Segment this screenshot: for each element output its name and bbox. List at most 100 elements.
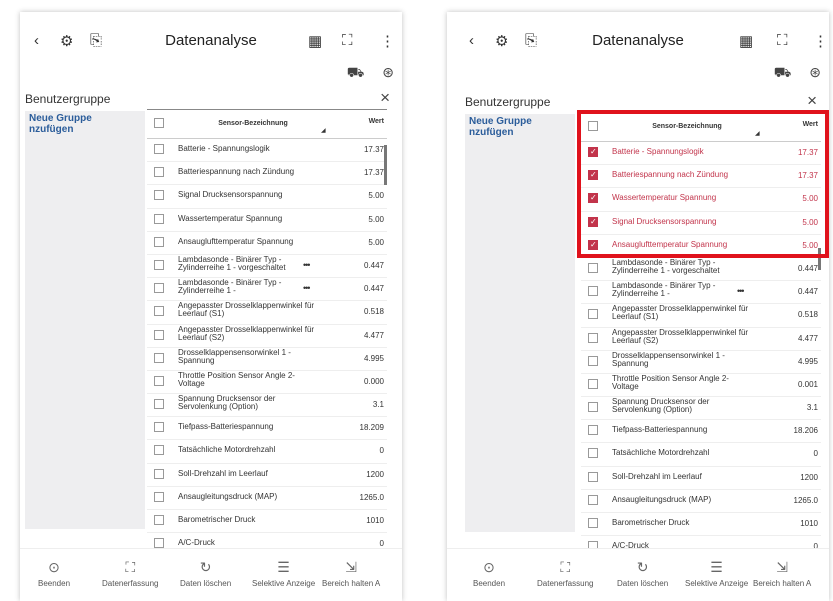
table-row[interactable]: Angepasster Drosselklappenwinkel für Lee… [581,304,821,328]
row-checkbox[interactable] [154,538,164,549]
row-checkbox[interactable] [154,167,164,178]
select-all-checkbox[interactable] [154,118,164,128]
hold-range-icon: ⇲ [776,559,788,575]
table-row[interactable]: Barometrischer Druck 1010 [581,513,821,537]
more-icon[interactable]: ••• [303,283,311,293]
row-checkbox[interactable] [154,283,164,294]
table-row[interactable]: Soll-Drehzahl im Leerlauf 1200 [147,464,387,487]
row-checkbox[interactable] [588,355,598,366]
row-checkbox[interactable] [154,422,164,433]
close-icon[interactable]: × [380,88,390,108]
clear-data-button[interactable]: ↻ Daten löschen [180,559,231,588]
expand-icon[interactable]: ⛶ [777,32,788,49]
row-checkbox[interactable] [154,213,164,224]
sort-icon[interactable]: ◢ [321,127,326,134]
table-row[interactable]: Tiefpass-Batteriespannung 18.206 [581,420,821,444]
row-checkbox[interactable] [154,352,164,363]
row-checkbox[interactable] [588,378,598,389]
sensor-value: 1200 [800,472,818,482]
new-group-button[interactable]: Neue Gruppe nzufügen [25,111,145,137]
toolbar-label: Datenerfassung [102,579,159,588]
table-row[interactable]: Lambdasonde - Binärer Typ - Zylinderreih… [147,255,387,279]
exit-button[interactable]: ⊙ Beenden [473,559,505,588]
row-checkbox[interactable] [154,375,164,386]
hold-range-button[interactable]: ⇲ Bereich halten A [753,559,811,588]
expand-icon[interactable]: ⛶ [342,32,353,49]
row-checkbox[interactable] [154,190,164,201]
row-checkbox[interactable] [154,236,164,247]
table-row[interactable]: Lambdasonde - Binärer Typ - Zylinderreih… [581,281,821,305]
phone-screen-left: ‹ ⚙ ⎘ Datenanalyse ▦ ⛶ ⋮ ⛟ ⊛ Benutzergru… [20,12,402,601]
table-row[interactable]: Angepasster Drosselklappenwinkel für Lee… [147,325,387,348]
table-row[interactable]: Angepasster Drosselklappenwinkel für Lee… [581,328,821,351]
row-checkbox[interactable] [588,425,598,436]
row-checkbox[interactable] [154,445,164,456]
calendar-data-icon[interactable]: ▦ [739,32,753,50]
more-icon[interactable]: ⋮ [813,32,828,50]
more-icon[interactable]: ••• [737,286,745,296]
selective-view-button[interactable]: ☰ Selektive Anzeige [685,559,748,588]
selective-view-button[interactable]: ☰ Selektive Anzeige [252,559,315,588]
table-row[interactable]: Ansaugleitungsdruck (MAP) 1265.0 [147,487,387,510]
sensor-name: A/C-Druck [178,538,215,548]
more-icon[interactable]: ••• [303,260,311,270]
table-row[interactable]: Drosselklappensensorwinkel 1 - Spannung 4… [581,351,821,374]
row-checkbox[interactable] [588,332,598,343]
table-row[interactable]: Batterie - Spannungslogik 17.37 [147,139,387,163]
toolbar-label: Beenden [38,579,71,588]
row-checkbox[interactable] [154,144,164,154]
graph-car-icon[interactable]: ⛟ [347,64,365,80]
table-row[interactable]: Tiefpass-Batteriespannung 18.209 [147,417,387,441]
table-row[interactable]: Ansauglufttemperatur Spannung 5.00 [147,232,387,255]
row-checkbox[interactable] [154,515,164,525]
row-checkbox[interactable] [588,448,598,459]
scrollbar[interactable] [384,145,387,185]
vehicle-speed-icon[interactable]: ⊛ [809,64,821,80]
row-checkbox[interactable] [154,306,164,317]
row-checkbox[interactable] [154,491,164,502]
row-checkbox[interactable] [154,399,164,410]
table-row[interactable]: Ansaugleitungsdruck (MAP) 1265.0 [581,490,821,513]
table-row[interactable]: Spannung Drucksensor der Servolenkung (O… [147,394,387,418]
calendar-data-icon[interactable]: ▦ [308,32,322,50]
more-icon[interactable]: ⋮ [380,32,395,50]
table-row[interactable]: Soll-Drehzahl im Leerlauf 1200 [581,467,821,490]
capture-button[interactable]: ⛶ Datenerfassung [537,559,593,588]
row-checkbox[interactable] [588,402,598,413]
new-group-button[interactable]: Neue Gruppe nzufügen [465,114,575,140]
table-row[interactable]: Lambdasonde - Binärer Typ - Zylinderreih… [147,278,387,302]
hold-range-icon: ⇲ [345,559,357,575]
capture-button[interactable]: ⛶ Datenerfassung [102,559,158,588]
graph-car-icon[interactable]: ⛟ [774,64,792,80]
table-row[interactable]: Tatsächliche Motordrehzahl 0 [581,443,821,467]
table-row[interactable]: Spannung Drucksensor der Servolenkung (O… [581,397,821,421]
table-row[interactable]: Lambdasonde - Binärer Typ - Zylinderreih… [581,258,821,282]
row-checkbox[interactable] [588,518,598,528]
table-row[interactable]: Batteriespannung nach Zündung 17.37 [147,162,387,186]
table-row[interactable]: Signal Drucksensorspannung 5.00 [147,185,387,209]
row-checkbox[interactable] [588,262,598,273]
table-row[interactable]: Wassertemperatur Spannung 5.00 [147,209,387,232]
row-checkbox[interactable] [154,259,164,270]
vehicle-speed-icon[interactable]: ⊛ [382,64,394,80]
sensor-value: 0.447 [797,263,818,273]
row-checkbox[interactable] [588,494,598,505]
row-checkbox[interactable] [588,286,598,297]
sensor-name: Barometrischer Druck [612,518,690,527]
close-icon[interactable]: × [807,91,817,111]
column-header-name[interactable]: Sensor-Bezeichnung [178,120,328,128]
row-checkbox[interactable] [154,468,164,479]
row-checkbox[interactable] [588,471,598,482]
row-checkbox[interactable] [154,329,164,340]
table-row[interactable]: Throttle Position Sensor Angle 2- Voltag… [581,374,821,398]
hold-range-button[interactable]: ⇲ Bereich halten A [322,559,380,588]
table-row[interactable]: Throttle Position Sensor Angle 2- Voltag… [147,371,387,395]
exit-button[interactable]: ⊙ Beenden [38,559,70,588]
table-row[interactable]: Tatsächliche Motordrehzahl 0 [147,440,387,464]
table-row[interactable]: Drosselklappensensorwinkel 1 - Spannung 4… [147,348,387,371]
sensor-value: 1010 [366,516,384,525]
table-row[interactable]: Angepasster Drosselklappenwinkel für Lee… [147,301,387,325]
row-checkbox[interactable] [588,309,598,320]
table-row[interactable]: Barometrischer Druck 1010 [147,510,387,534]
clear-data-button[interactable]: ↻ Daten löschen [617,559,668,588]
